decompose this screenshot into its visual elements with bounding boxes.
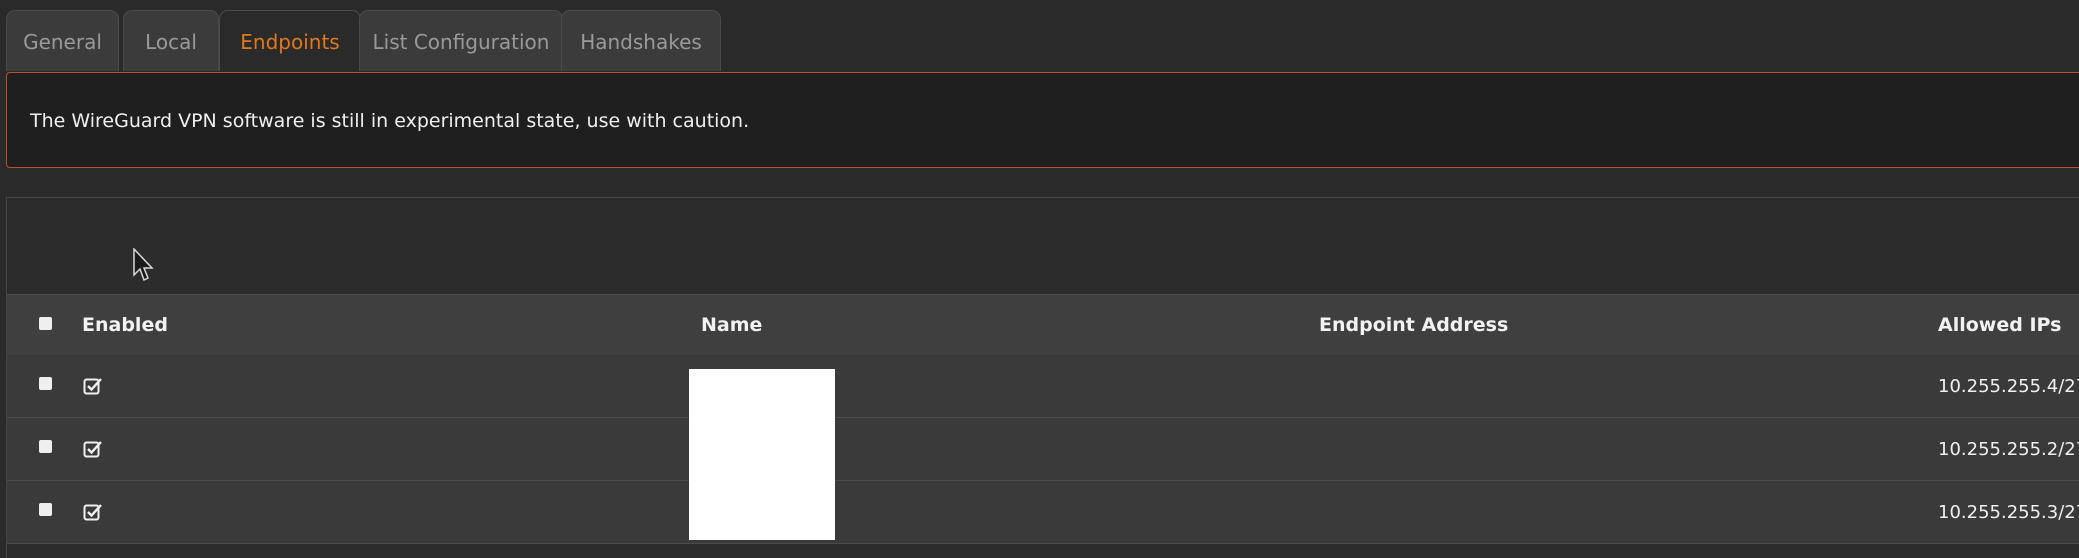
table-row[interactable]: 10.255.255.2/27 — [7, 418, 2079, 481]
alert-message: The WireGuard VPN software is still in e… — [30, 110, 750, 132]
row-select-checkbox[interactable] — [39, 503, 52, 516]
allowed-ips-cell: 10.255.255.4/27 — [1938, 376, 2079, 397]
row-select-checkbox[interactable] — [39, 377, 52, 390]
mouse-pointer-icon — [133, 248, 154, 282]
table-row[interactable]: 10.255.255.4/27 — [7, 355, 2079, 418]
column-enabled[interactable]: Enabled — [82, 295, 168, 355]
tab-handshakes[interactable]: Handshakes — [561, 10, 721, 71]
enabled-check-icon[interactable] — [83, 440, 103, 458]
enabled-check-icon[interactable] — [83, 377, 103, 395]
row-select-checkbox[interactable] — [39, 440, 52, 453]
tab-local[interactable]: Local — [123, 10, 219, 71]
redacted-name-block — [689, 369, 835, 540]
allowed-ips-cell: 10.255.255.2/27 — [1938, 439, 2079, 460]
column-name[interactable]: Name — [701, 295, 762, 355]
tab-general[interactable]: General — [6, 10, 119, 71]
tab-list-configuration[interactable]: List Configuration — [359, 10, 563, 71]
tab-endpoints[interactable]: Endpoints — [219, 10, 361, 71]
warning-alert: The WireGuard VPN software is still in e… — [6, 72, 2079, 168]
allowed-ips-cell: 10.255.255.3/27 — [1938, 502, 2079, 523]
enabled-check-icon[interactable] — [83, 503, 103, 521]
column-allowed-ips[interactable]: Allowed IPs — [1938, 295, 2061, 355]
select-all-checkbox[interactable] — [39, 317, 52, 330]
column-endpoint-address[interactable]: Endpoint Address — [1319, 295, 1508, 355]
table-row[interactable]: 10.255.255.3/27 — [7, 481, 2079, 544]
table-header: Enabled Name Endpoint Address Allowed IP… — [7, 294, 2079, 356]
